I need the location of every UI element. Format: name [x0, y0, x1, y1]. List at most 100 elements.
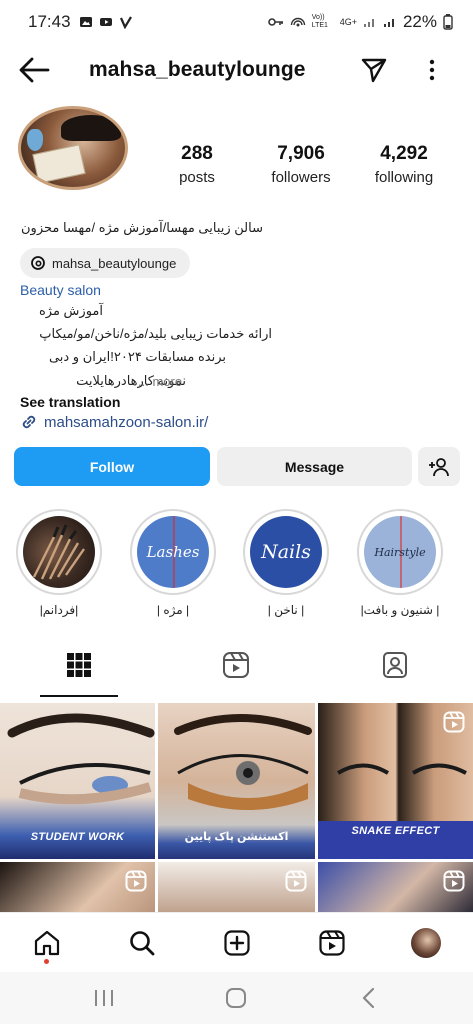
nav-profile-avatar [411, 928, 441, 958]
post-caption: STUDENT WORK [30, 831, 125, 843]
tab-reels[interactable] [216, 645, 256, 685]
highlight-brushes-image [32, 524, 85, 580]
highlight-cover: Hairstyle [364, 516, 436, 588]
home-button-icon[interactable] [222, 984, 250, 1012]
posts-grid: STUDENT WORK اکستنشن پاک پایین SNAKE EFF… [0, 700, 473, 912]
hotspot-icon [290, 17, 305, 27]
link-chain-icon [22, 415, 36, 429]
bottom-navigation [0, 912, 473, 972]
reel-indicator-icon [125, 870, 147, 892]
post-thumbnail[interactable] [318, 862, 473, 912]
vertical-dots-icon[interactable] [422, 56, 442, 84]
highlight-label: | مژه | [156, 603, 190, 617]
reel-indicator-icon [443, 870, 465, 892]
highlight-cover-text: Nails [261, 541, 311, 563]
stat-posts-label: posts [179, 169, 215, 186]
stat-following[interactable]: 4,292 following [366, 143, 442, 186]
notification-icons [79, 15, 133, 29]
post-caption: SNAKE EFFECT [351, 825, 440, 837]
lash-extension-image [174, 714, 312, 810]
nav-profile[interactable] [410, 927, 442, 959]
threads-handle: mahsa_beautylounge [52, 255, 177, 271]
threads-badge[interactable]: mahsa_beautylounge [20, 248, 191, 278]
reel-indicator-icon [285, 870, 307, 892]
nav-reels[interactable] [316, 927, 348, 959]
grid-icon [67, 653, 91, 677]
signal-icon-2 [383, 19, 394, 27]
stat-following-label: following [374, 169, 434, 186]
reels-icon [319, 930, 345, 956]
post-thumbnail[interactable]: اکستنشن پاک پایین [158, 703, 315, 859]
nav-home[interactable] [31, 927, 63, 959]
profile-avatar[interactable] [18, 106, 130, 190]
nav-create[interactable] [221, 927, 253, 959]
search-icon [130, 931, 155, 956]
status-bar: 17:43 Vo)) LTE1 4G+ 22% [0, 0, 473, 44]
key-icon [267, 18, 283, 26]
nav-search[interactable] [126, 927, 158, 959]
highlight-label: | شنیون و بافت| [360, 603, 440, 617]
system-navigation-bar [0, 972, 473, 1024]
post-thumbnail[interactable]: SNAKE EFFECT [318, 703, 473, 859]
message-button[interactable]: Message [217, 447, 412, 486]
battery-icon [443, 14, 453, 30]
stat-followers-value: 7,906 [277, 143, 325, 164]
signal-icon [363, 19, 374, 27]
stat-posts[interactable]: 288 posts [166, 143, 228, 186]
highlight-cover: Nails [250, 516, 322, 588]
bio-more-link[interactable]: ... more [138, 374, 182, 389]
bio-line-2: ارائه خدمات زیبایی بلید/مژه/ناخن/مو/میکا… [39, 326, 272, 341]
add-person-icon [429, 457, 449, 476]
profile-username: mahsa_beautylounge [89, 58, 306, 81]
post-thumbnail[interactable] [0, 862, 155, 912]
see-translation-link[interactable]: See translation [20, 394, 120, 410]
arrow-left-icon[interactable] [18, 56, 50, 84]
bio-line-3: برنده مسابقات ۲۰۲۴!ایران و دبی [48, 349, 226, 364]
highlight-label: | ناخن | [267, 603, 305, 617]
profile-website-link[interactable]: mahsamahzoon-salon.ir/ [20, 413, 208, 431]
story-highlight-3[interactable]: Nails | ناخن | [240, 509, 332, 617]
follow-button[interactable]: Follow [14, 447, 210, 486]
highlight-cover: Lashes [137, 516, 209, 588]
paper-plane-icon[interactable] [360, 56, 388, 84]
avatar-hat [61, 115, 121, 141]
stat-following-value: 4,292 [380, 143, 428, 164]
threads-logo-icon [31, 256, 45, 270]
youtube-icon [99, 18, 112, 26]
stat-posts-value: 288 [181, 143, 213, 164]
plus-square-icon [224, 930, 250, 956]
avatar-certificate [32, 144, 86, 184]
highlight-ring: Nails [243, 509, 329, 595]
avatar-badge [27, 129, 43, 151]
back-button-icon[interactable] [356, 984, 384, 1012]
profile-header: mahsa_beautylounge [0, 46, 473, 94]
highlight-cover-text: Lashes [146, 543, 200, 561]
profile-content-tabs [0, 645, 473, 697]
stat-followers[interactable]: 7,906 followers [262, 143, 340, 186]
reel-indicator-icon [443, 711, 465, 733]
profile-category[interactable]: Beauty salon [20, 282, 101, 298]
eyebrow-eye-image [7, 713, 155, 805]
bio-line-1: آموزش مژه [39, 303, 103, 318]
website-url: mahsamahzoon-salon.ir/ [44, 413, 209, 431]
network-type: 4G+ [339, 17, 357, 27]
battery-percent: 22% [402, 12, 437, 31]
stat-followers-label: followers [271, 169, 331, 186]
highlight-cover [23, 516, 95, 588]
tab-posts-grid[interactable] [59, 645, 99, 685]
recent-apps-icon[interactable] [90, 984, 118, 1012]
post-thumbnail[interactable]: STUDENT WORK [0, 703, 155, 859]
story-highlight-4[interactable]: Hairstyle | شنیون و بافت| [354, 509, 446, 617]
active-tab-indicator [40, 695, 118, 697]
highlight-cover-text: Hairstyle [374, 545, 426, 559]
suggest-people-button[interactable] [418, 447, 460, 486]
avatar-image [18, 106, 128, 190]
story-highlight-1[interactable]: |فردانم| [13, 509, 105, 617]
story-highlight-2[interactable]: Lashes | مژه | [127, 509, 219, 617]
status-time: 17:43 [28, 12, 71, 31]
reels-icon [223, 652, 249, 678]
gallery-icon [79, 17, 92, 27]
post-thumbnail[interactable] [158, 862, 315, 912]
highlight-ring: Lashes [130, 509, 216, 595]
tab-tagged[interactable] [375, 645, 415, 685]
